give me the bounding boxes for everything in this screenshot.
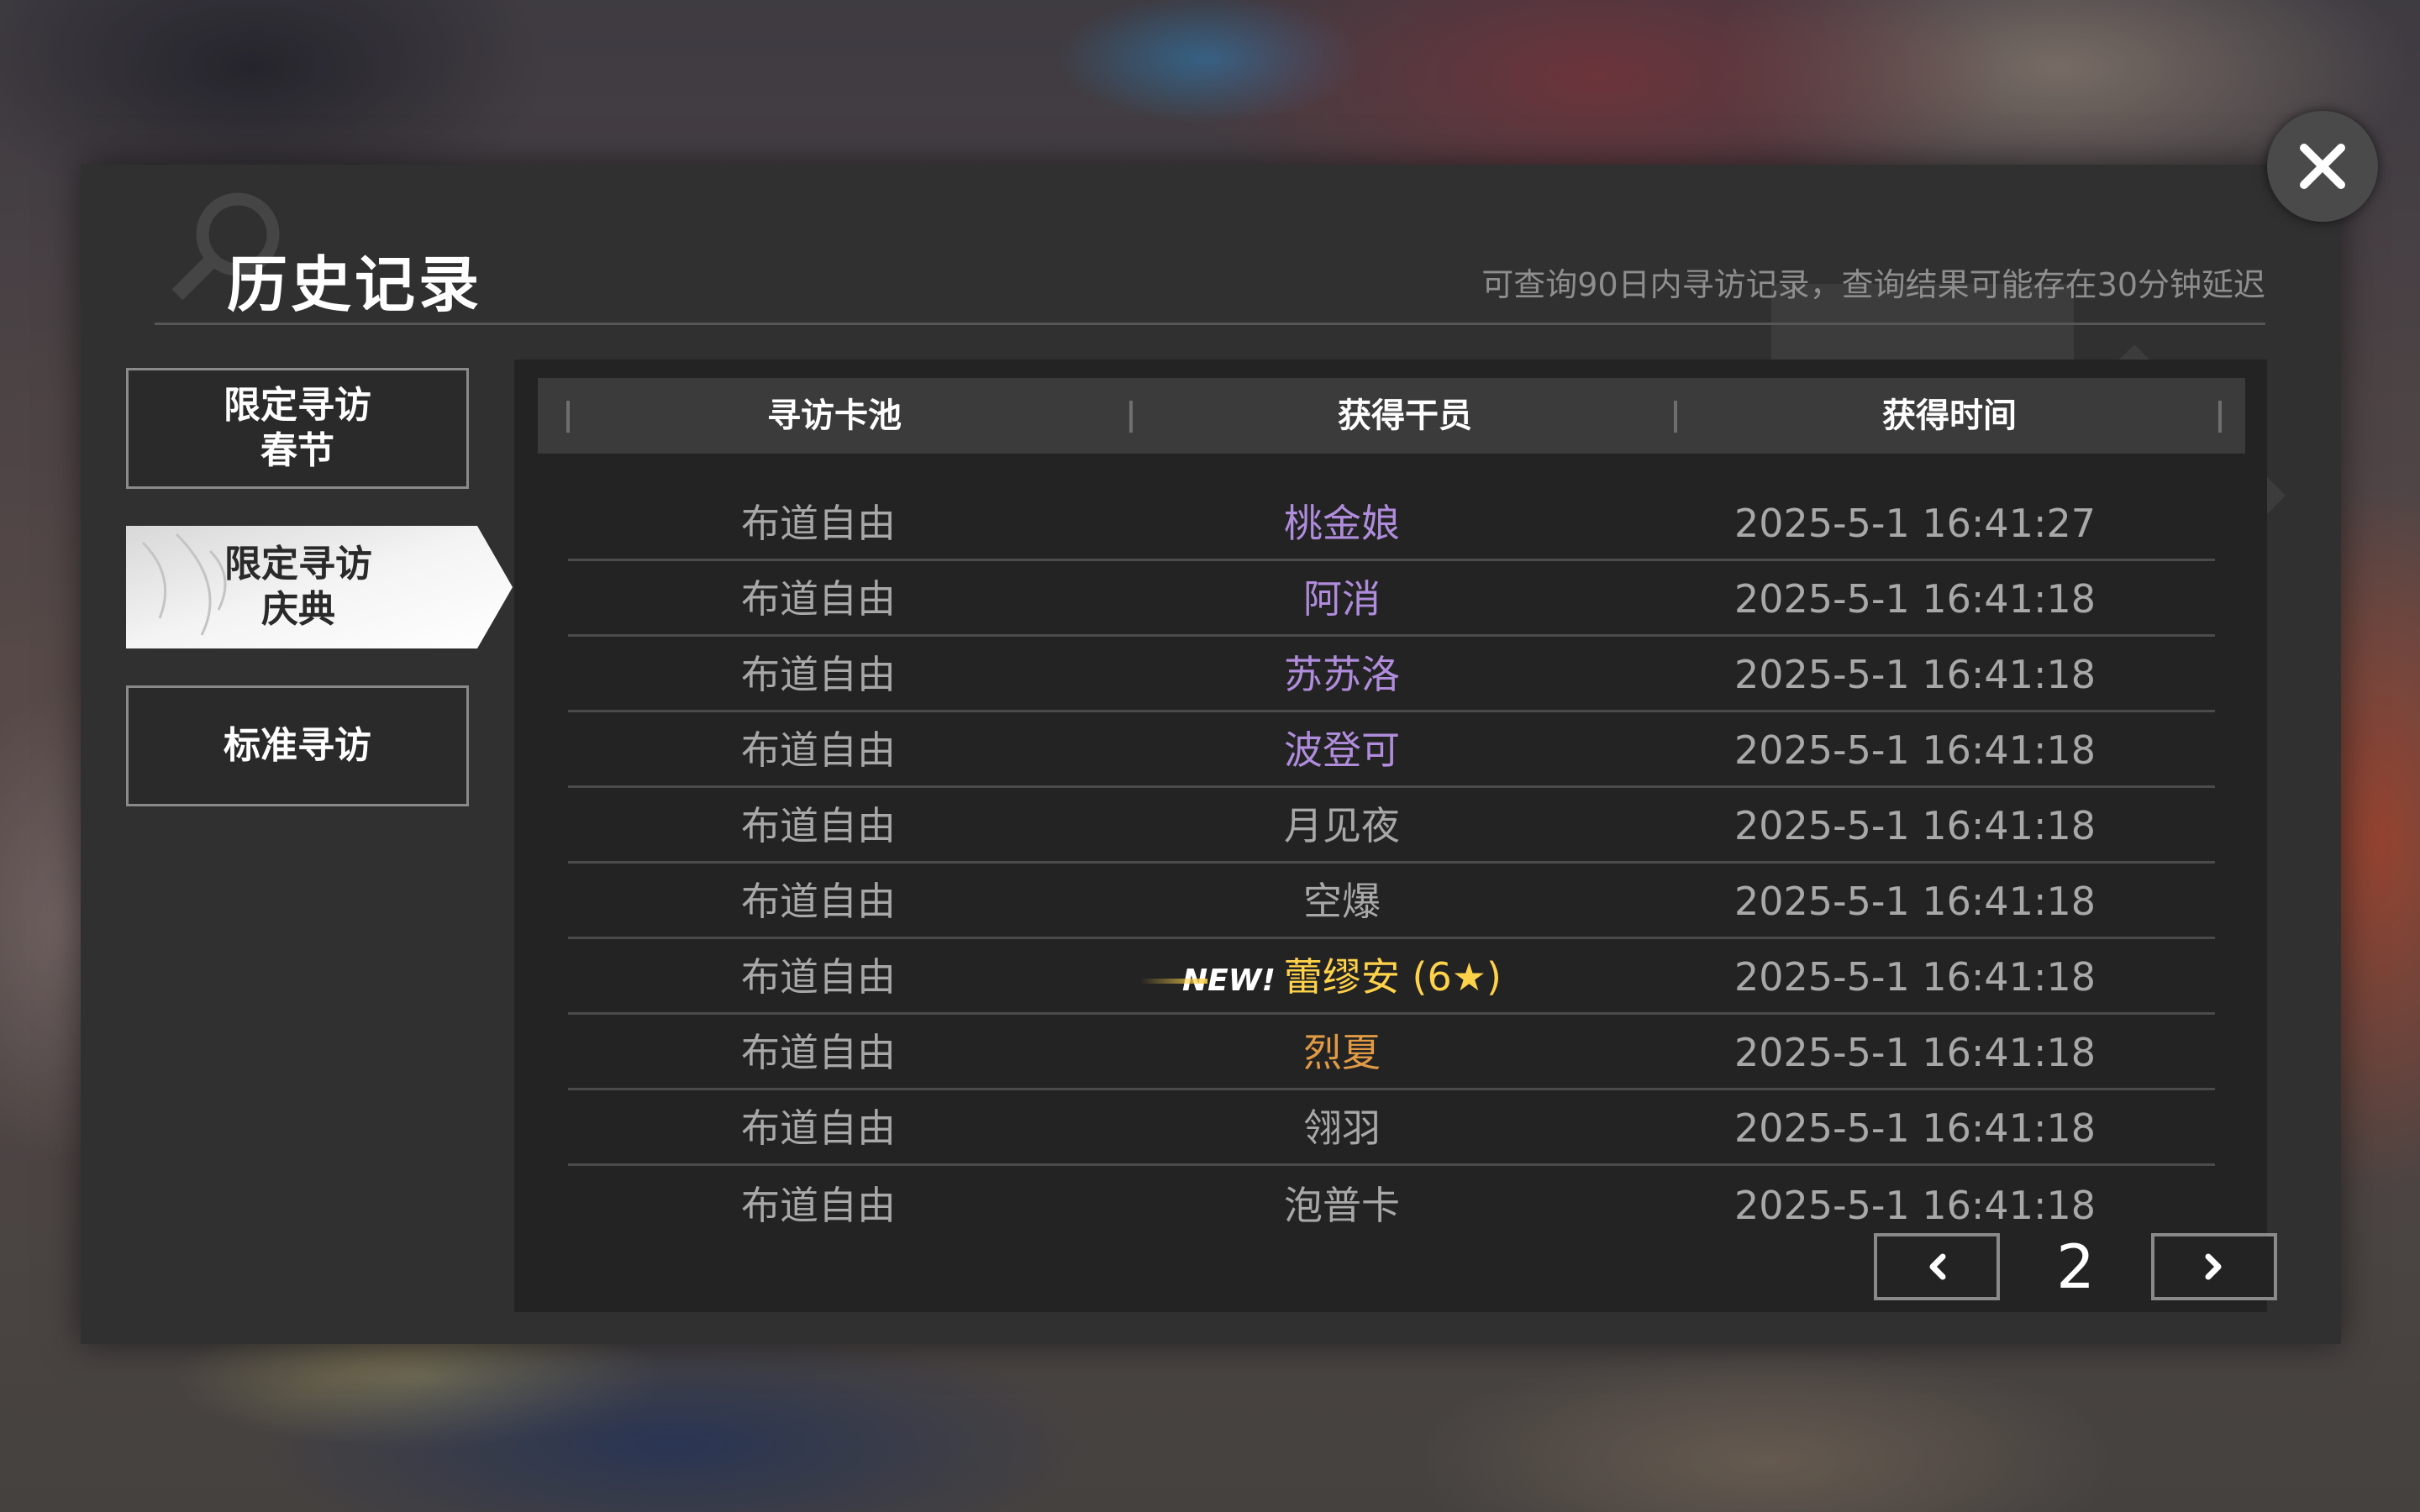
time-cell: 2025-5-1 16:41:18 bbox=[1733, 576, 2096, 622]
close-icon bbox=[2300, 144, 2345, 189]
dialog-title: 历史记录 bbox=[227, 249, 483, 320]
time-cell: 2025-5-1 16:41:18 bbox=[1733, 652, 2096, 697]
operator-cell: 桃金娘 bbox=[1284, 501, 1400, 546]
table-row: 布道自由 波登可 2025-5-1 16:41:18 bbox=[568, 712, 2215, 788]
pool-cell: 布道自由 bbox=[741, 803, 896, 848]
time-cell: 2025-5-1 16:41:18 bbox=[1733, 1105, 2096, 1151]
time-cell: 2025-5-1 16:41:18 bbox=[1733, 727, 2096, 773]
operator-cell: 空爆 bbox=[1303, 879, 1381, 924]
header-pool: 寻访卡池 bbox=[767, 396, 902, 435]
table-header: 寻访卡池 获得干员 获得时间 bbox=[538, 378, 2245, 454]
operator-name: 蕾缪安 (6★) bbox=[1283, 954, 1502, 1000]
table-row: 布道自由 烈夏 2025-5-1 16:41:18 bbox=[568, 1015, 2215, 1090]
header-separator bbox=[2218, 401, 2222, 433]
tab-standard[interactable]: 标准寻访 bbox=[126, 685, 469, 806]
time-cell: 2025-5-1 16:41:18 bbox=[1733, 803, 2096, 848]
close-button[interactable] bbox=[2267, 111, 2378, 222]
history-table: 寻访卡池 获得干员 获得时间 布道自由 桃金娘 2025-5-1 16:41:2… bbox=[514, 360, 2277, 1312]
operator-cell: 阿消 bbox=[1303, 576, 1381, 622]
new-badge-streak bbox=[1140, 979, 1208, 984]
pool-cell: 布道自由 bbox=[741, 954, 896, 1000]
table-row: 布道自由 苏苏洛 2025-5-1 16:41:18 bbox=[568, 637, 2215, 712]
query-notice: 可查询90日内寻访记录，查询结果可能存在30分钟延迟 bbox=[1481, 266, 2265, 303]
new-badge: NEW! bbox=[1140, 943, 1276, 1019]
operator-cell: 泡普卡 bbox=[1284, 1183, 1400, 1228]
tab-label-line1: 限定寻访 bbox=[224, 384, 371, 427]
operator-cell: 月见夜 bbox=[1284, 803, 1400, 848]
tab-label-line1: 限定寻访 bbox=[224, 543, 372, 585]
title-divider bbox=[155, 323, 2265, 325]
time-cell: 2025-5-1 16:41:18 bbox=[1733, 879, 2096, 924]
pool-cell: 布道自由 bbox=[741, 727, 896, 773]
chevron-left-icon bbox=[1929, 1253, 1946, 1280]
header-time: 获得时间 bbox=[1882, 396, 2017, 435]
pool-cell: 布道自由 bbox=[741, 1105, 896, 1151]
table-row: 布道自由 NEW! 蕾缪安 (6★) 2025-5-1 16:41:18 bbox=[568, 939, 2215, 1015]
tab-limited-spring-festival[interactable]: 限定寻访 春节 bbox=[126, 368, 469, 489]
time-cell: 2025-5-1 16:41:27 bbox=[1733, 501, 2096, 546]
prev-page-button[interactable] bbox=[1874, 1233, 2000, 1300]
time-cell: 2025-5-1 16:41:18 bbox=[1733, 954, 2096, 1000]
operator-cell-new: NEW! 蕾缪安 (6★) bbox=[1069, 939, 1615, 1015]
table-row: 布道自由 桃金娘 2025-5-1 16:41:27 bbox=[568, 486, 2215, 561]
tab-limited-celebration[interactable]: 限定寻访 庆典 bbox=[126, 526, 513, 648]
pool-cell: 布道自由 bbox=[741, 1183, 896, 1228]
time-cell: 2025-5-1 16:41:18 bbox=[1733, 1183, 2096, 1228]
table-row: 布道自由 阿消 2025-5-1 16:41:18 bbox=[568, 561, 2215, 637]
chevron-right-icon bbox=[2205, 1253, 2222, 1280]
pool-cell: 布道自由 bbox=[741, 576, 896, 622]
table-row: 布道自由 泡普卡 2025-5-1 16:41:18 bbox=[568, 1168, 2215, 1243]
table-row: 布道自由 空爆 2025-5-1 16:41:18 bbox=[568, 864, 2215, 939]
tab-label-line2: 庆典 bbox=[261, 588, 335, 631]
tab-label-line2: 春节 bbox=[260, 429, 334, 472]
pool-cell: 布道自由 bbox=[741, 652, 896, 697]
pool-cell: 布道自由 bbox=[741, 501, 896, 546]
current-page-number: 2 bbox=[2056, 1231, 2095, 1302]
next-page-button[interactable] bbox=[2151, 1233, 2277, 1300]
operator-cell: 翎羽 bbox=[1303, 1105, 1381, 1151]
time-cell: 2025-5-1 16:41:18 bbox=[1733, 1030, 2096, 1075]
header-operator: 获得干员 bbox=[1338, 396, 1472, 435]
table-row: 布道自由 翎羽 2025-5-1 16:41:18 bbox=[568, 1090, 2215, 1166]
table-row: 布道自由 月见夜 2025-5-1 16:41:18 bbox=[568, 788, 2215, 864]
pool-cell: 布道自由 bbox=[741, 879, 896, 924]
operator-cell: 烈夏 bbox=[1303, 1030, 1381, 1075]
pool-cell: 布道自由 bbox=[741, 1030, 896, 1075]
operator-cell: 苏苏洛 bbox=[1284, 652, 1400, 697]
tab-label-line1: 标准寻访 bbox=[224, 724, 371, 767]
history-dialog: 历史记录 可查询90日内寻访记录，查询结果可能存在30分钟延迟 限定寻访 春节 … bbox=[81, 165, 2341, 1344]
operator-cell: 波登可 bbox=[1284, 727, 1400, 773]
